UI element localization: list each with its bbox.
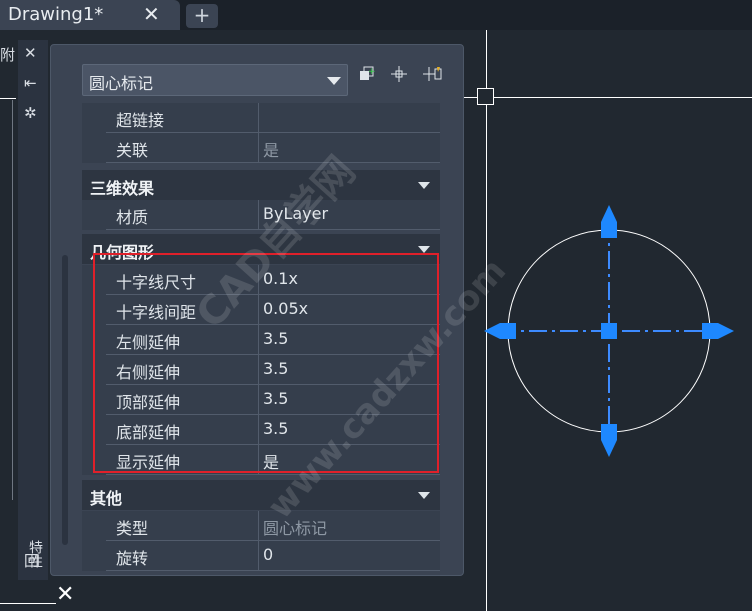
property-label: 超链接 <box>116 111 165 130</box>
bottom-grip <box>601 424 617 440</box>
property-label: 类型 <box>116 519 149 538</box>
ucs-axis <box>0 603 56 604</box>
category-title: 其他 <box>90 489 123 508</box>
property-value: 0 <box>263 545 274 564</box>
quick-select-icon[interactable]: + <box>354 64 380 92</box>
properties-icon: 回 <box>24 552 40 570</box>
pickbox-cursor <box>477 88 494 105</box>
property-label: 旋转 <box>116 549 149 568</box>
edge-label: 附 <box>0 46 16 64</box>
property-value: ByLayer <box>263 204 329 223</box>
edge-line <box>0 98 16 99</box>
category-3d-effects[interactable]: 三维效果 <box>82 170 440 200</box>
ucs-x-icon: ✕ <box>56 582 75 607</box>
close-icon[interactable]: ✕ <box>143 2 160 26</box>
chevron-down-icon <box>418 492 430 499</box>
crosshair-horizontal <box>464 97 752 98</box>
tab-label: Drawing1* <box>8 4 104 25</box>
chevron-down-icon <box>418 246 430 253</box>
property-row[interactable]: 材质 ByLayer <box>106 200 440 230</box>
property-row[interactable]: 关联 是 <box>106 133 440 163</box>
highlight-box <box>93 253 439 473</box>
scrollbar[interactable] <box>62 255 68 545</box>
tab-drawing1[interactable]: Drawing1* ✕ <box>0 0 180 30</box>
property-row[interactable]: 旋转 0 <box>106 541 440 571</box>
auto-hide-icon[interactable]: ⇤ <box>24 74 37 92</box>
section-gutter <box>82 103 106 163</box>
property-value: 圆心标记 <box>263 519 328 538</box>
toggle-pickadd-icon[interactable] <box>420 64 446 92</box>
section-gutter <box>82 200 106 230</box>
svg-text:+: + <box>368 67 376 77</box>
property-label: 关联 <box>116 141 149 160</box>
chevron-down-icon <box>327 77 341 85</box>
document-tab-bar: Drawing1* ✕ + <box>0 0 752 30</box>
select-objects-icon[interactable] <box>386 64 412 92</box>
category-title: 三维效果 <box>90 179 155 198</box>
close-icon[interactable]: ✕ <box>24 44 37 62</box>
center-grip <box>601 323 617 339</box>
gear-icon[interactable]: ✲ <box>24 104 37 122</box>
top-arrow-grip <box>601 205 617 222</box>
category-misc[interactable]: 其他 <box>82 480 440 510</box>
property-row[interactable]: 类型 圆心标记 <box>106 511 440 541</box>
left-grip <box>500 323 516 339</box>
new-tab-button[interactable]: + <box>186 4 218 28</box>
chevron-down-icon <box>418 182 430 189</box>
property-label: 材质 <box>116 208 149 227</box>
right-arrow-grip <box>718 323 734 339</box>
edge-scrollbar <box>12 100 13 500</box>
top-grip <box>601 222 617 238</box>
bottom-arrow-grip <box>601 440 617 457</box>
object-type-select[interactable]: 圆心标记 <box>82 64 348 96</box>
property-row[interactable]: 超链接 <box>106 103 440 133</box>
section-gutter <box>82 511 106 571</box>
object-type-value: 圆心标记 <box>89 74 154 93</box>
property-value: 是 <box>263 141 280 160</box>
palette-title-strip: ✕ ⇤ ✲ 特性 回 <box>18 40 48 580</box>
center-mark-drawing[interactable] <box>470 195 752 465</box>
left-arrow-grip <box>484 323 500 339</box>
right-grip <box>702 323 718 339</box>
